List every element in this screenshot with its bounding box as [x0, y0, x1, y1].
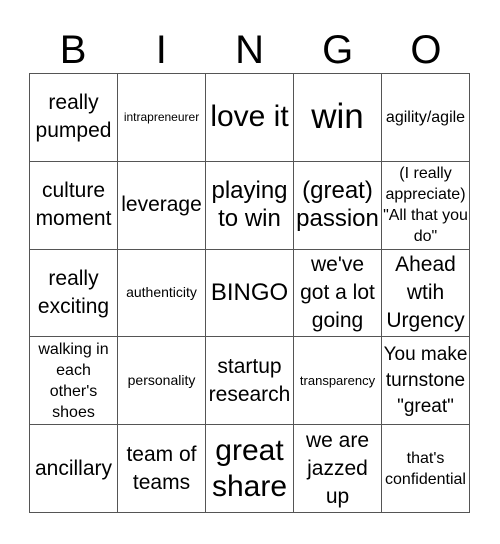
- bingo-cell[interactable]: great share: [206, 425, 294, 513]
- bingo-cell-text: we've got a lot going: [300, 252, 375, 332]
- bingo-cell-text: really exciting: [37, 266, 110, 318]
- bingo-cell-text: we are jazzed up: [305, 428, 370, 508]
- bingo-cell[interactable]: intrapreneurer: [118, 74, 206, 162]
- bingo-cell[interactable]: walking in each other's shoes: [30, 337, 118, 426]
- bingo-cell-text: culture moment: [35, 179, 112, 231]
- bingo-cell[interactable]: really exciting: [30, 249, 118, 338]
- bingo-cell[interactable]: You make turnstone "great": [382, 337, 470, 426]
- bingo-cell[interactable]: transparency: [294, 337, 382, 426]
- bingo-cell-text: team of teams: [126, 442, 197, 494]
- bingo-cell-text: Ahead wtih Urgency: [386, 252, 465, 332]
- bingo-cell-text: great share: [211, 433, 288, 503]
- bingo-cell[interactable]: (I really appreciate) "All that you do": [382, 161, 470, 250]
- bingo-cell-text: (great) passion: [296, 177, 379, 233]
- bingo-cell[interactable]: culture moment: [30, 161, 118, 250]
- bingo-cell-text: walking in each other's shoes: [38, 340, 109, 421]
- bingo-cell[interactable]: we are jazzed up: [294, 425, 382, 513]
- bingo-cell[interactable]: ancillary: [30, 425, 118, 513]
- bingo-cell-text: BINGO: [210, 278, 289, 306]
- bingo-cell[interactable]: BINGO: [206, 249, 294, 338]
- bingo-cell[interactable]: agility/agile: [382, 74, 470, 162]
- bingo-cell-text: transparency: [299, 373, 376, 389]
- bingo-cell-text: You make turnstone "great": [383, 343, 468, 417]
- bingo-cell-text: playing to win: [211, 177, 288, 233]
- bingo-cell-text: leverage: [121, 193, 202, 217]
- header-letter-i: I: [155, 28, 167, 72]
- bingo-cell[interactable]: startup research: [206, 337, 294, 426]
- bingo-cell-text: (I really appreciate) "All that you do": [383, 165, 468, 246]
- bingo-cell[interactable]: win: [294, 74, 382, 162]
- bingo-cell[interactable]: love it: [206, 74, 294, 162]
- bingo-cell-text: ancillary: [34, 456, 113, 480]
- bingo-cell[interactable]: leverage: [118, 161, 206, 250]
- header-letter-g: G: [322, 28, 354, 72]
- bingo-header: B I N G O: [29, 28, 470, 73]
- bingo-cell[interactable]: authenticity: [118, 249, 206, 338]
- bingo-cell-text: authenticity: [126, 284, 197, 301]
- header-letter-o: O: [410, 28, 442, 72]
- bingo-cell[interactable]: playing to win: [206, 161, 294, 250]
- bingo-cell[interactable]: Ahead wtih Urgency: [382, 249, 470, 338]
- bingo-cell-text: personality: [127, 372, 196, 389]
- bingo-cell[interactable]: personality: [118, 337, 206, 426]
- header-letter-n: N: [235, 28, 264, 72]
- bingo-cell-text: win: [311, 97, 364, 137]
- bingo-cell[interactable]: we've got a lot going: [294, 249, 382, 338]
- bingo-board: really pumped intrapreneurer love it win agi…: [29, 73, 470, 513]
- bingo-cell-text: love it: [210, 100, 289, 134]
- bingo-cell[interactable]: really pumped: [30, 74, 118, 162]
- bingo-cell[interactable]: team of teams: [118, 425, 206, 513]
- bingo-cell-text: really pumped: [35, 91, 112, 143]
- bingo-cell-text: startup research: [208, 354, 291, 406]
- header-letter-b: B: [59, 28, 87, 72]
- bingo-cell[interactable]: (great) passion: [294, 161, 382, 250]
- bingo-cell-text: intrapreneurer: [123, 110, 200, 125]
- bingo-cell-text: that's confidential: [385, 449, 466, 488]
- bingo-cell-text: agility/agile: [385, 108, 466, 126]
- bingo-cell[interactable]: that's confidential: [382, 425, 470, 513]
